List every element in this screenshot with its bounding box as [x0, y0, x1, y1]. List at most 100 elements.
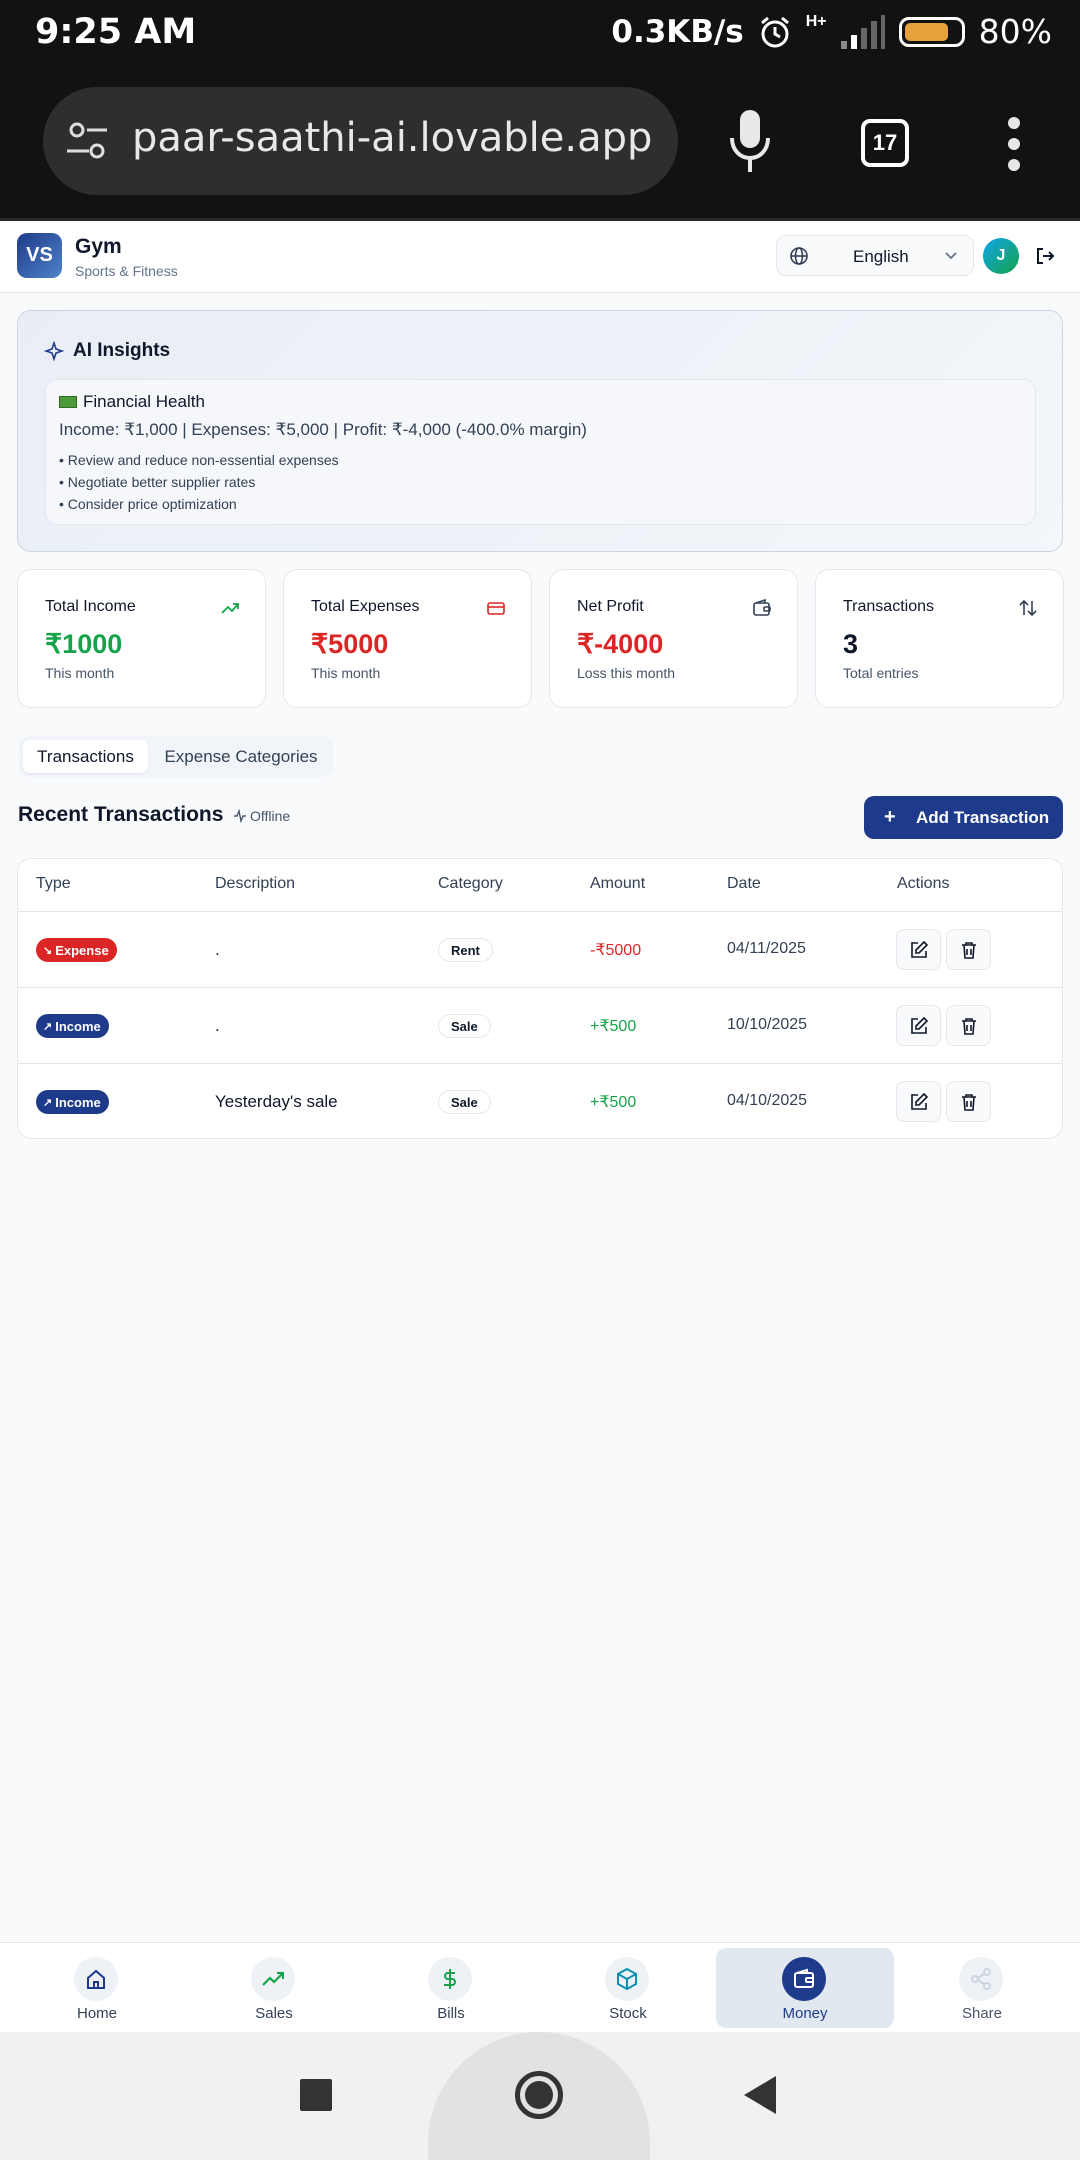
home-icon — [87, 1969, 105, 1989]
trash-icon — [962, 1018, 976, 1035]
nav-icon-bg — [428, 1957, 472, 2001]
browser-bar: paar-saathi-ai.lovable.app 17 — [0, 66, 1080, 218]
ai-insights-card: AI Insights Financial Health Income: ₹1,… — [17, 310, 1063, 552]
stat-label: Transactions — [843, 598, 934, 615]
alarm-icon — [760, 16, 789, 47]
stat-value: 3 — [843, 629, 859, 659]
home-button-icon[interactable] — [515, 2071, 563, 2119]
date: 04/10/2025 — [727, 1092, 808, 1109]
stat-label: Total Income — [45, 598, 136, 615]
delete-button[interactable] — [946, 929, 991, 970]
stat-subtitle: Loss this month — [577, 665, 676, 681]
edit-button[interactable] — [896, 1081, 941, 1122]
system-nav-bar — [0, 2032, 1080, 2160]
edit-icon — [911, 941, 928, 958]
edit-button[interactable] — [896, 929, 941, 970]
total-expenses-card: Total Expenses ₹5000 This month — [283, 569, 532, 708]
financial-health-label: Financial Health — [83, 392, 205, 411]
nav-sales[interactable]: Sales — [185, 1943, 363, 2033]
language-value: English — [853, 247, 909, 266]
insight-tip: • Review and reduce non-essential expens… — [59, 452, 339, 468]
nav-bills[interactable]: Bills — [362, 1943, 540, 2033]
stat-value: ₹-4000 — [577, 629, 664, 659]
globe-icon — [790, 247, 808, 265]
dollar-icon — [444, 1969, 456, 1989]
category-badge: Rent — [438, 938, 493, 962]
delete-button[interactable] — [946, 1081, 991, 1122]
logout-icon[interactable] — [1035, 246, 1055, 266]
trash-icon — [962, 942, 976, 959]
table-row: ↘ Expense . Rent -₹5000 04/11/2025 — [18, 911, 1062, 987]
battery-fill — [904, 22, 948, 41]
add-transaction-button[interactable]: + Add Transaction — [864, 796, 1063, 839]
nav-stock[interactable]: Stock — [539, 1943, 717, 2033]
wallet-icon — [794, 1968, 814, 1988]
status-bar: 9:25 AM 0.3KB/s H+ 80% — [0, 0, 1080, 66]
ai-insights-title: AI Insights — [73, 340, 171, 361]
business-name: Gym — [75, 235, 122, 258]
offline-status: Offline — [233, 808, 290, 824]
stat-subtitle: This month — [45, 665, 115, 681]
credit-card-icon — [487, 602, 505, 615]
status-icons: 0.3KB/s H+ 80% — [611, 12, 1052, 51]
share-icon — [971, 1968, 991, 1990]
nav-icon-bg — [959, 1957, 1003, 2001]
activity-icon — [234, 809, 246, 823]
nav-share[interactable]: Share — [893, 1943, 1071, 2033]
nav-money[interactable]: Money — [716, 1948, 894, 2028]
recents-icon[interactable] — [300, 2079, 332, 2111]
chevron-down-icon — [945, 252, 957, 260]
mic-icon[interactable] — [728, 110, 772, 174]
type-label: Income — [55, 1018, 101, 1034]
nav-label: Bills — [437, 2005, 465, 2022]
description: Yesterday's sale — [215, 1092, 338, 1111]
arrow-up-down-icon — [1019, 599, 1037, 617]
edit-button[interactable] — [896, 1005, 941, 1046]
type-label: Expense — [55, 942, 109, 958]
arrow-up-right-icon: ↗ — [43, 1020, 53, 1033]
battery-percent: 80% — [978, 12, 1052, 51]
stat-label: Total Expenses — [311, 598, 420, 615]
bottom-nav: Home Sales Bills Stock Money Share — [0, 1942, 1080, 2032]
network-speed: 0.3KB/s — [611, 13, 744, 50]
description: . — [215, 940, 220, 959]
description: . — [215, 1016, 220, 1035]
column-header: Actions — [897, 875, 950, 892]
amount: -₹5000 — [590, 942, 642, 959]
amount: +₹500 — [590, 1018, 637, 1035]
tab-transactions[interactable]: Transactions — [23, 740, 148, 773]
business-logo: VS — [17, 233, 62, 278]
app-header: VS Gym Sports & Fitness English J — [0, 218, 1080, 293]
trash-icon — [962, 1094, 976, 1111]
net-profit-card: Net Profit ₹-4000 Loss this month — [549, 569, 798, 708]
date: 10/10/2025 — [727, 1016, 808, 1033]
url-bar[interactable]: paar-saathi-ai.lovable.app — [43, 87, 678, 195]
edit-icon — [911, 1017, 928, 1034]
language-select[interactable]: English — [776, 235, 974, 276]
column-header: Amount — [590, 875, 646, 892]
table-row: ↗ Income . Sale +₹500 10/10/2025 — [18, 987, 1062, 1063]
network-type: H+ — [805, 12, 827, 30]
site-settings-icon[interactable] — [65, 121, 109, 161]
tab-switcher-button[interactable]: 17 — [861, 119, 909, 167]
nav-home[interactable]: Home — [8, 1943, 186, 2033]
avatar[interactable]: J — [983, 238, 1019, 274]
signal-icon — [840, 14, 885, 49]
more-menu-icon[interactable] — [1004, 116, 1024, 172]
url-text: paar-saathi-ai.lovable.app — [132, 115, 653, 161]
trending-up-icon — [262, 1971, 284, 1986]
nav-label: Home — [76, 2005, 117, 2022]
offline-label: Offline — [250, 808, 291, 824]
type-badge-income: ↗ Income — [36, 1014, 109, 1038]
financial-health-title: Financial Health — [59, 392, 205, 412]
delete-button[interactable] — [946, 1005, 991, 1046]
tab-expense-categories[interactable]: Expense Categories — [153, 740, 329, 773]
view-tabs: Transactions Expense Categories — [19, 736, 333, 777]
back-icon[interactable] — [744, 2076, 776, 2114]
amount: +₹500 — [590, 1094, 637, 1111]
wallet-icon — [753, 599, 771, 616]
stat-subtitle: This month — [311, 665, 381, 681]
sparkles-icon — [44, 341, 64, 361]
transactions-count-card: Transactions 3 Total entries — [815, 569, 1064, 708]
type-label: Income — [55, 1094, 101, 1110]
